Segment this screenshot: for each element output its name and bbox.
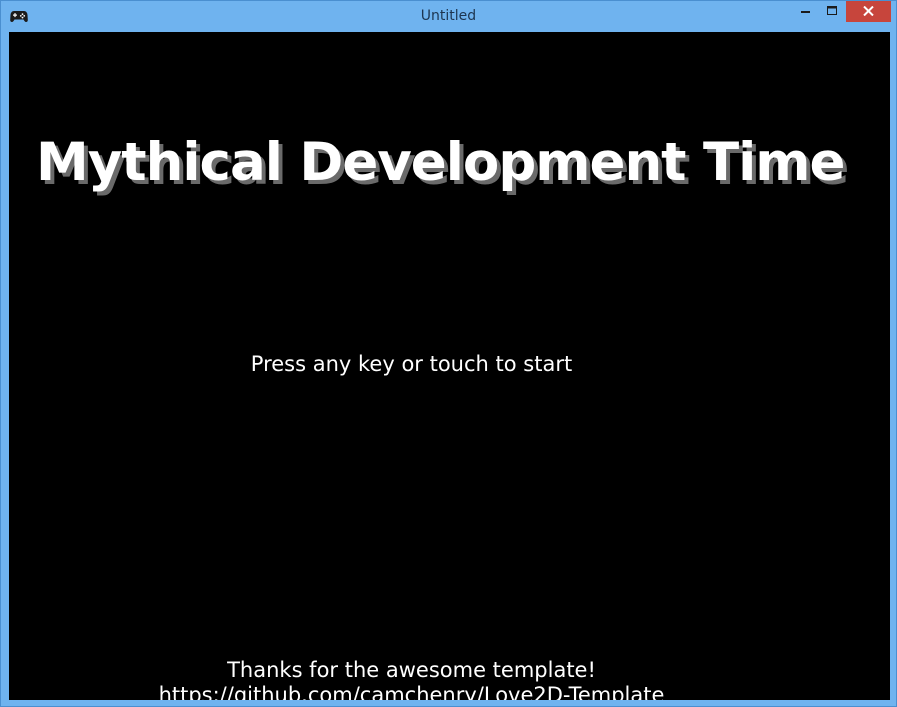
credits-thanks: Thanks for the awesome template! [227,658,596,682]
close-icon [863,3,874,21]
app-window: Untitled Mythical Development Time Press… [0,0,897,707]
game-title: Mythical Development Time [36,132,845,193]
close-button[interactable] [846,1,891,22]
minimize-button[interactable] [793,1,819,22]
maximize-icon [826,3,838,21]
game-canvas[interactable]: Mythical Development Time Press any key … [9,32,890,700]
title-bar[interactable]: Untitled [1,1,896,31]
window-title: Untitled [420,8,477,24]
start-prompt: Press any key or touch to start [250,352,573,376]
credits-link: https://github.com/camchenry/Love2D-Temp… [158,683,665,700]
maximize-button[interactable] [819,1,845,22]
minimize-icon [801,3,811,21]
